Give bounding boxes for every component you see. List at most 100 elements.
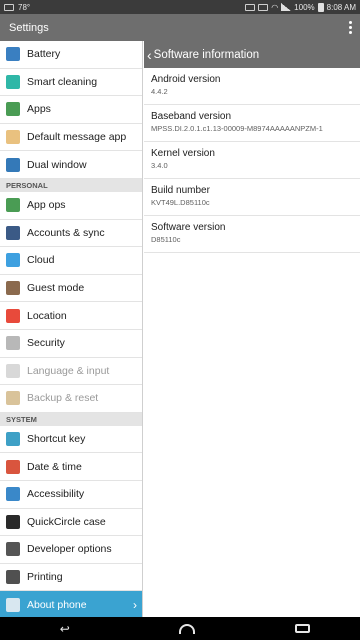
home-nav-icon[interactable] xyxy=(179,623,196,634)
location-icon xyxy=(6,308,20,323)
battery-status-icon xyxy=(317,2,324,12)
quickcircle-icon xyxy=(6,514,20,529)
lock-icon xyxy=(6,336,20,351)
settings-item-printing[interactable]: Printing xyxy=(0,564,142,592)
settings-item-label: Date & time xyxy=(27,460,82,473)
info-row: Android version 4.4.2 xyxy=(144,68,360,105)
settings-item-label: Accessibility xyxy=(27,488,85,501)
smart-cleaning-icon xyxy=(6,74,20,89)
settings-item-label: Battery xyxy=(27,48,61,61)
settings-item-shortcut-key[interactable]: Shortcut key xyxy=(0,426,142,454)
settings-item-language-input[interactable]: Language & input xyxy=(0,358,142,386)
settings-item-security[interactable]: Security xyxy=(0,330,142,358)
info-label: Build number xyxy=(151,185,210,196)
settings-item-label: Developer options xyxy=(27,543,112,556)
settings-item-label: App ops xyxy=(27,199,66,212)
settings-item-guest-mode[interactable]: Guest mode xyxy=(0,275,142,303)
info-row: Baseband version MPSS.DI.2.0.1.c1.13-0000… xyxy=(144,105,360,142)
signal-icon xyxy=(281,3,292,11)
recent-apps-icon[interactable] xyxy=(295,624,311,633)
settings-item-label: QuickCircle case xyxy=(27,515,106,528)
settings-item-developer-options[interactable]: Developer options xyxy=(0,536,142,564)
settings-item-app-ops[interactable]: App ops xyxy=(0,192,142,220)
backup-icon xyxy=(6,391,20,406)
info-value: KVT49L.D85110c xyxy=(151,198,210,207)
calendar-icon xyxy=(6,459,20,474)
info-value: D85110c xyxy=(151,235,181,244)
detail-title: Software information xyxy=(153,48,260,61)
cloud-icon xyxy=(6,253,20,268)
settings-item-label: Apps xyxy=(27,103,51,116)
settings-item-label: Language & input xyxy=(27,364,110,377)
shortcut-key-icon xyxy=(6,432,20,447)
settings-item-smart-cleaning[interactable]: Smart cleaning xyxy=(0,69,142,97)
info-row: Kernel version 3.4.0 xyxy=(144,142,360,179)
info-value: 3.4.0 xyxy=(151,161,168,170)
status-bar: 78° ◠ 100% 8:08 AM xyxy=(0,0,360,14)
settings-item-label: Accounts & sync xyxy=(27,226,105,239)
accounts-icon xyxy=(6,225,20,240)
back-chevron-icon[interactable]: ‹ xyxy=(147,47,152,63)
settings-item-about-phone[interactable]: About phone › xyxy=(0,591,142,617)
info-label: Kernel version xyxy=(151,148,215,159)
settings-item-label: Shortcut key xyxy=(27,433,86,446)
message-icon xyxy=(6,130,20,145)
info-value: MPSS.DI.2.0.1.c1.13-00009-M8974AAAAANPZM… xyxy=(151,124,323,133)
battery-percent: 100% xyxy=(294,2,315,12)
settings-item-label: Default message app xyxy=(27,131,127,144)
settings-item-label: Guest mode xyxy=(27,282,85,295)
settings-item-dual-window[interactable]: Dual window xyxy=(0,151,142,179)
software-information-pane: ‹ Software information Android version 4.… xyxy=(144,41,360,617)
info-row: Build number KVT49L.D85110c xyxy=(144,179,360,216)
nfc-icon xyxy=(258,3,269,11)
info-value: 4.4.2 xyxy=(151,87,168,96)
dual-window-icon xyxy=(6,157,20,172)
info-label: Android version xyxy=(151,74,221,85)
info-label: Baseband version xyxy=(151,111,232,122)
settings-item-label: Security xyxy=(27,337,65,350)
app-bar: Settings xyxy=(0,14,360,41)
battery-icon xyxy=(6,47,20,62)
navigation-bar: ↩ xyxy=(0,617,360,640)
settings-list: Battery Smart cleaning Apps Default message… xyxy=(0,41,143,617)
settings-item-label: Smart cleaning xyxy=(27,75,98,88)
settings-item-battery[interactable]: Battery xyxy=(0,41,142,69)
overflow-menu-icon[interactable] xyxy=(340,21,360,34)
app-ops-icon xyxy=(6,198,20,213)
clock: 8:08 AM xyxy=(326,2,356,12)
settings-item-default-message-app[interactable]: Default message app xyxy=(0,124,142,152)
section-header-system: SYSTEM xyxy=(0,412,142,426)
settings-item-label: Printing xyxy=(27,570,63,583)
settings-item-quickcircle-case[interactable]: QuickCircle case xyxy=(0,509,142,537)
printer-icon xyxy=(6,569,20,584)
section-header-personal: PERSONAL xyxy=(0,178,142,192)
settings-item-apps[interactable]: Apps xyxy=(0,96,142,124)
settings-item-label: Cloud xyxy=(27,254,55,267)
chevron-right-icon: › xyxy=(133,598,137,613)
info-label: Software version xyxy=(151,222,226,233)
wifi-icon: ◠ xyxy=(271,2,279,12)
info-row: Software version D85110c xyxy=(144,216,360,253)
vibrate-icon xyxy=(245,3,256,11)
settings-item-label: Dual window xyxy=(27,158,87,171)
language-icon xyxy=(6,363,20,378)
guest-mode-icon xyxy=(6,281,20,296)
developer-options-icon xyxy=(6,542,20,557)
about-phone-icon xyxy=(6,598,20,613)
temperature-text: 78° xyxy=(18,2,31,12)
settings-item-label: Backup & reset xyxy=(27,392,99,405)
settings-item-accounts-sync[interactable]: Accounts & sync xyxy=(0,220,142,248)
accessibility-icon xyxy=(6,487,20,502)
detail-header[interactable]: ‹ Software information xyxy=(144,41,360,68)
settings-item-accessibility[interactable]: Accessibility xyxy=(0,481,142,509)
settings-item-location[interactable]: Location xyxy=(0,302,142,330)
settings-item-label: About phone xyxy=(27,599,87,612)
settings-item-cloud[interactable]: Cloud xyxy=(0,247,142,275)
settings-item-date-time[interactable]: Date & time xyxy=(0,453,142,481)
back-nav-icon[interactable]: ↩ xyxy=(50,622,80,636)
app-title: Settings xyxy=(9,21,49,34)
settings-item-label: Location xyxy=(27,309,67,322)
settings-item-backup-reset[interactable]: Backup & reset xyxy=(0,385,142,413)
notification-icon xyxy=(4,3,14,11)
apps-icon xyxy=(6,102,20,117)
